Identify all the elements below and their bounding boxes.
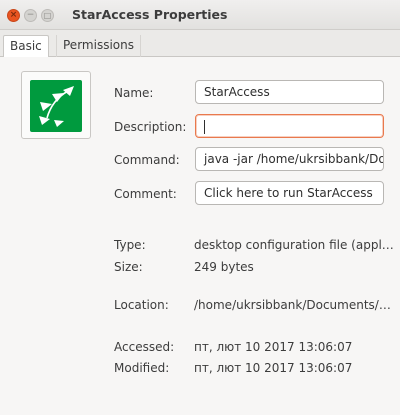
tab-bar: Basic Permissions (0, 30, 400, 58)
description-field[interactable] (195, 114, 384, 138)
location-label: Location: (114, 298, 169, 312)
description-label: Description: (114, 120, 187, 134)
modified-label: Modified: (114, 361, 170, 375)
title-bar[interactable]: × − □ StarAccess Properties (0, 0, 400, 30)
properties-dialog: × − □ StarAccess Properties Basic Permis… (0, 0, 400, 415)
maximize-icon[interactable]: □ (41, 9, 54, 22)
window-title: StarAccess Properties (72, 7, 228, 22)
basic-tab-panel: Name: StarAccess Description: Command: j… (0, 57, 400, 415)
location-value: /home/ukrsibbank/Documents/… (194, 298, 391, 312)
type-label: Type: (114, 238, 146, 252)
comment-field[interactable]: Click here to run StarAccess (195, 181, 384, 205)
name-field[interactable]: StarAccess (195, 80, 384, 104)
tab-basic[interactable]: Basic (3, 35, 49, 58)
minimize-icon[interactable]: − (24, 9, 37, 22)
command-field[interactable]: java -jar /home/ukrsibbank/Do (195, 147, 384, 171)
tab-permissions[interactable]: Permissions (56, 35, 141, 57)
app-icon-button[interactable] (21, 71, 91, 139)
staraccess-app-icon (30, 80, 82, 132)
close-icon[interactable]: × (7, 9, 20, 22)
type-value: desktop configuration file (appl… (194, 238, 394, 252)
command-label: Command: (114, 153, 180, 167)
name-label: Name: (114, 86, 154, 100)
accessed-label: Accessed: (114, 340, 175, 354)
size-value: 249 bytes (194, 260, 254, 274)
accessed-value: пт, лют 10 2017 13:06:07 (194, 340, 353, 354)
comment-label: Comment: (114, 187, 177, 201)
text-caret (204, 119, 205, 134)
size-label: Size: (114, 260, 143, 274)
modified-value: пт, лют 10 2017 13:06:07 (194, 361, 353, 375)
